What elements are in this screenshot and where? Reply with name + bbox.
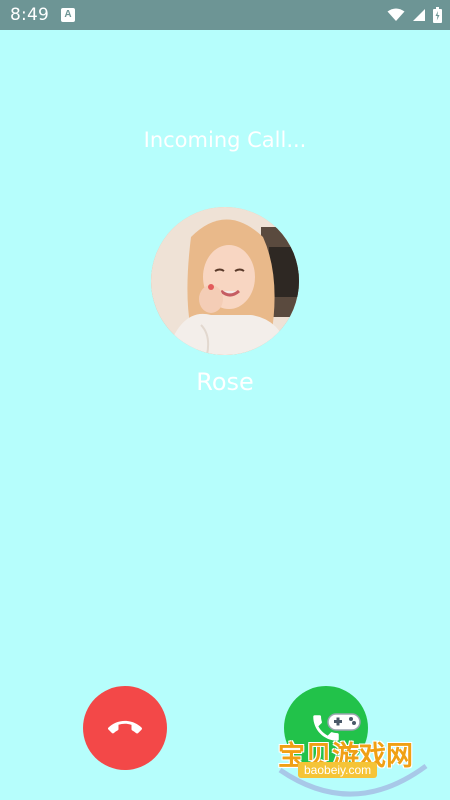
notification-a-icon: A [60,8,75,22]
phone-answer-icon [313,715,339,741]
status-time: 8:49 [10,5,49,25]
battery-icon [433,7,442,23]
notification-a-label: A [64,9,72,20]
watermark-arc [278,763,428,797]
accept-call-button[interactable] [284,686,368,770]
caller-photo [151,207,299,355]
signal-icon [413,9,425,21]
caller-name: Rose [196,368,254,396]
status-left: 8:49 A [10,5,75,25]
phone-hangup-icon [108,720,142,734]
decline-call-button[interactable] [83,686,167,770]
status-bar: 8:49 A [0,0,450,30]
status-right [387,7,442,23]
call-status-text: Incoming Call... [143,128,307,152]
wifi-icon [387,8,405,21]
caller-avatar [151,207,299,355]
